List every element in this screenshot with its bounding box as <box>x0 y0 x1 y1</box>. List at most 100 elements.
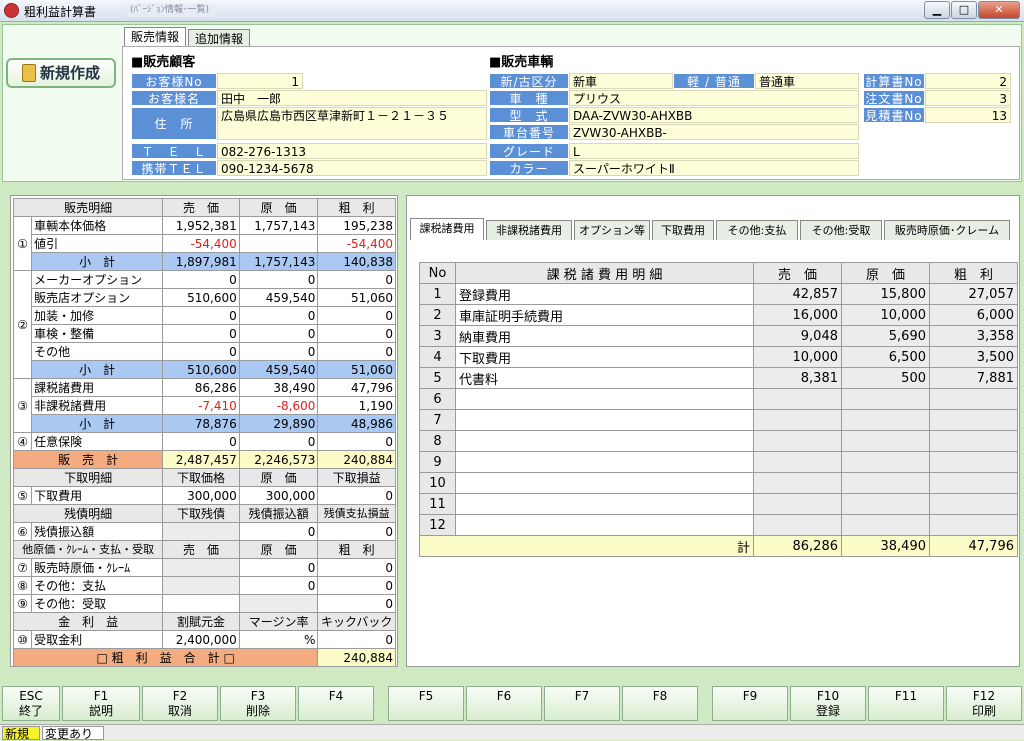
table-row: ⑥ 残債振込額 0 0 <box>12 522 396 541</box>
f7-button[interactable]: F7 <box>544 686 620 721</box>
minimize-icon: ▁ <box>932 3 942 16</box>
subtotal-row: 小 計 78,876 29,890 48,986 <box>13 414 396 433</box>
new-create-button[interactable]: 新規作成 <box>6 58 116 88</box>
table-row: 加装・加修 0 0 0 <box>14 306 396 325</box>
estimate-no-field[interactable]: 13 <box>925 107 1011 123</box>
table-row[interactable]: 9 <box>419 451 1018 473</box>
calc-no-field[interactable]: 2 <box>925 73 1011 89</box>
maximize-button[interactable]: □ <box>951 1 977 19</box>
close-button[interactable]: ✕ <box>978 1 1020 19</box>
color-field[interactable]: スーパーホワイトⅡ <box>569 160 859 176</box>
table-row: ② メーカーオプション 0 0 0 <box>12 270 396 379</box>
f10-register-button[interactable]: F10 登録 <box>790 686 866 721</box>
tab-taxable-fees[interactable]: 課税諸費用 <box>410 218 484 240</box>
table-row[interactable]: 10 <box>419 472 1018 494</box>
window-title: 粗利益計算書 <box>24 5 97 19</box>
table-row: ① 車輌本体価格 1,952,381 1,757,143 195,238 <box>12 216 396 271</box>
f3-delete-button[interactable]: F3 削除 <box>220 686 296 721</box>
f5-button[interactable]: F5 <box>388 686 464 721</box>
status-mode: 新規 <box>2 726 40 741</box>
grand-total-row: □ 粗 利 益 合 計 □ 240,884 <box>12 648 396 667</box>
header-price: 売 価 <box>162 198 240 217</box>
table-row[interactable]: 3 納車費用 9,048 5,690 3,358 <box>419 325 1018 347</box>
info-panel: ■販売顧客 お客様No 1 お客様名 田中 一郎 住 所 広島県広島市西区草津新… <box>122 46 1020 180</box>
f2-cancel-button[interactable]: F2 取消 <box>142 686 218 721</box>
maximize-icon: □ <box>958 3 970 16</box>
table-row: その他 0 0 0 <box>14 342 396 361</box>
table-row[interactable]: 6 <box>419 388 1018 410</box>
order-no-label: 注文書No <box>863 90 925 106</box>
tab-cost-claim[interactable]: 販売時原価･クレーム <box>884 220 1010 240</box>
customer-no-label: お客様No <box>131 73 217 89</box>
table-row[interactable]: 1 登録費用 42,857 15,800 27,057 <box>419 283 1018 305</box>
customer-no-field[interactable]: 1 <box>217 73 303 89</box>
esc-exit-button[interactable]: ESC 終了 <box>2 686 60 721</box>
f11-button[interactable]: F11 <box>868 686 944 721</box>
tel-field[interactable]: 082-276-1313 <box>217 143 487 159</box>
f8-button[interactable]: F8 <box>622 686 698 721</box>
calc-no-label: 計算書No <box>863 73 925 89</box>
sales-total-row: 販 売 計 2,487,457 2,246,573 240,884 <box>12 450 396 469</box>
table-row: 車検・整備 0 0 0 <box>14 324 396 343</box>
table-row: ⑨ その他：受取 0 <box>12 594 396 613</box>
newused-field[interactable]: 新車 <box>569 73 673 89</box>
clipboard-icon <box>21 64 36 82</box>
title-bar: 粗利益計算書 (ﾊﾞｰｼﾞｮﾝ情報･一覧) ▁ □ ✕ <box>0 0 1024 22</box>
address-label: 住 所 <box>131 107 217 140</box>
table-row: ⑩ 受取金利 2,400,000 % 0 <box>12 630 396 649</box>
table-row[interactable]: 12 <box>419 514 1018 536</box>
table-row[interactable]: 7 <box>419 409 1018 431</box>
type-field[interactable]: DAA-ZVW30-AHXBB <box>569 107 859 123</box>
table-row[interactable]: 8 <box>419 430 1018 452</box>
total-row: 計 86,286 38,490 47,796 <box>419 535 1018 557</box>
group-mark-1: ① <box>12 216 33 271</box>
table-row[interactable]: 11 <box>419 493 1018 515</box>
table-row[interactable]: 4 下取費用 10,000 6,500 3,500 <box>419 346 1018 368</box>
tab-tradein-fees[interactable]: 下取費用 <box>652 220 714 240</box>
tel-label: Ｔ Ｅ Ｌ <box>131 143 217 159</box>
customer-name-field[interactable]: 田中 一郎 <box>217 90 487 106</box>
subtotal-row: 小 計 1,897,981 1,757,143 140,838 <box>13 252 396 271</box>
f6-button[interactable]: F6 <box>466 686 542 721</box>
color-label: カラー <box>489 160 569 176</box>
tab-options[interactable]: オプション等 <box>574 220 650 240</box>
f4-button[interactable]: F4 <box>298 686 374 721</box>
table-row: ⑦ 販売時原価・ｸﾚｰﾑ 0 0 <box>12 558 396 577</box>
f12-print-button[interactable]: F12 印刷 <box>946 686 1022 721</box>
chassis-label: 車台番号 <box>489 124 569 140</box>
group-mark-6: ⑥ <box>12 522 33 541</box>
mobile-field[interactable]: 090-1234-5678 <box>217 160 487 176</box>
minimize-button[interactable]: ▁ <box>924 1 950 19</box>
f9-button[interactable]: F9 <box>712 686 788 721</box>
tab-other-receipt[interactable]: その他:受取 <box>800 220 882 240</box>
group-mark-4: ④ <box>12 432 33 451</box>
table-row: ⑧ その他：支払 0 0 <box>12 576 396 595</box>
newused-label: 新/古区分 <box>489 73 569 89</box>
table-row: 販売店オプション 510,600 459,540 51,060 <box>14 288 396 307</box>
group-mark-2: ② <box>12 270 33 379</box>
model-label: 車 種 <box>489 90 569 106</box>
grade-field[interactable]: L <box>569 143 859 159</box>
header-cost: 原 価 <box>238 198 319 217</box>
chassis-field[interactable]: ZVW30-AHXBB- <box>569 124 859 140</box>
table-row[interactable]: 2 車庫証明手続費用 16,000 10,000 6,000 <box>419 304 1018 326</box>
sales-summary-panel: 販売明細 売 価 原 価 粗 利 ① 車輌本体価格 1,952,381 1,75… <box>10 195 398 667</box>
title-address-field: (ﾊﾞｰｼﾞｮﾝ情報･一覧) <box>126 4 216 17</box>
group-mark-9: ⑨ <box>12 594 33 613</box>
mobile-label: 携帯ＴＥＬ <box>131 160 217 176</box>
app-icon <box>4 3 19 18</box>
tab-other-payment[interactable]: その他:支払 <box>716 220 798 240</box>
kei-field[interactable]: 普通車 <box>755 73 859 89</box>
order-no-field[interactable]: 3 <box>925 90 1011 106</box>
status-bar: 新規 変更あり <box>0 724 1024 741</box>
model-field[interactable]: プリウス <box>569 90 859 106</box>
address-field[interactable]: 広島県広島市西区草津新町１－２１－３５ <box>217 107 487 140</box>
tab-nontaxable-fees[interactable]: 非課税諸費用 <box>486 220 572 240</box>
close-icon: ✕ <box>994 3 1004 16</box>
header-sales-detail: 販売明細 <box>12 198 164 217</box>
kei-label: 軽 / 普通 <box>673 73 755 89</box>
group-mark-5: ⑤ <box>12 486 33 505</box>
table-row[interactable]: 5 代書料 8,381 500 7,881 <box>419 367 1018 389</box>
f1-help-button[interactable]: F1 説明 <box>62 686 140 721</box>
customer-name-label: お客様名 <box>131 90 217 106</box>
